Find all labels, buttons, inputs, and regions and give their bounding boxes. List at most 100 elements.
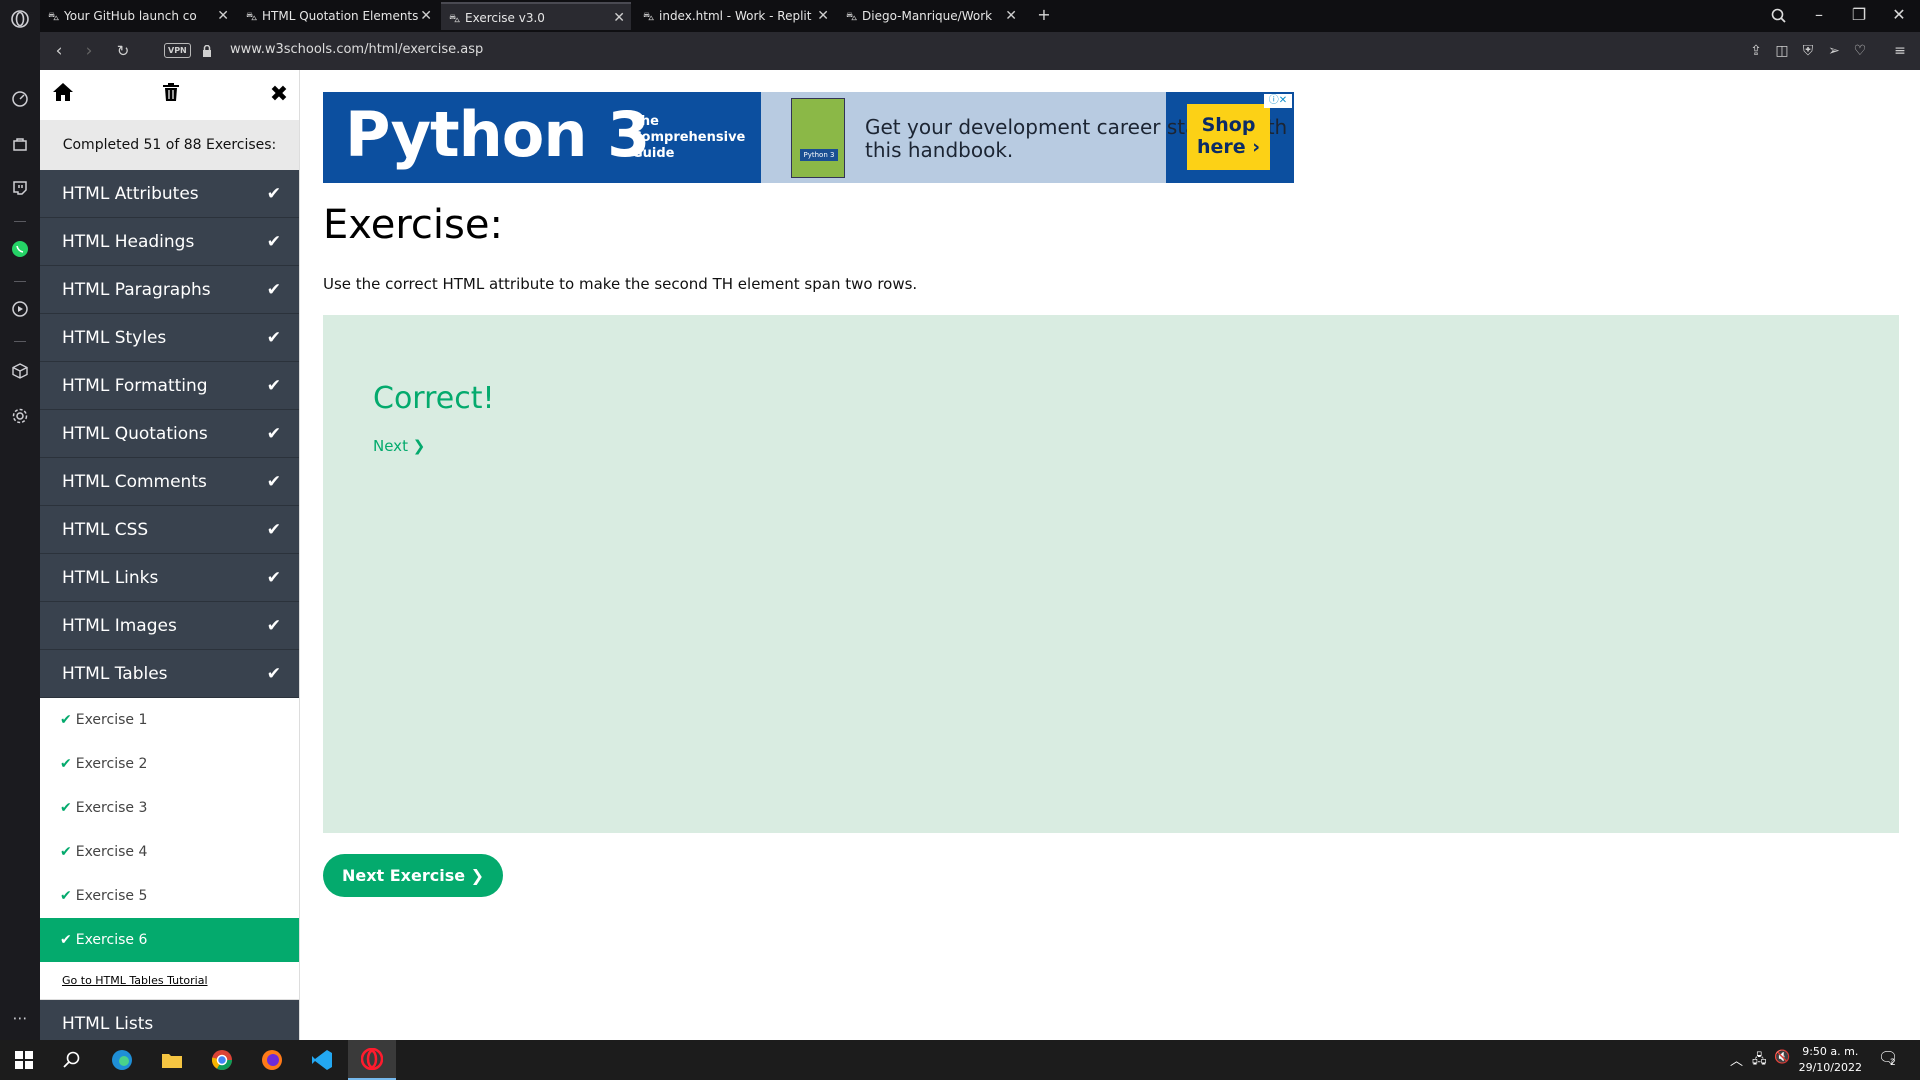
chapter-html-attributes[interactable]: HTML Attributes ✔ bbox=[40, 170, 299, 218]
firefox-icon[interactable] bbox=[248, 1040, 296, 1080]
player-icon[interactable] bbox=[10, 300, 30, 320]
opera-logo-icon[interactable] bbox=[10, 9, 30, 29]
clock[interactable]: 9:50 a. m. 29/10/2022 bbox=[1799, 1044, 1862, 1076]
chapter-html-headings[interactable]: HTML Headings ✔ bbox=[40, 218, 299, 266]
twitch-icon[interactable] bbox=[10, 180, 30, 200]
opera-taskbar-icon[interactable] bbox=[348, 1040, 396, 1080]
chrome-icon[interactable] bbox=[198, 1040, 246, 1080]
vscode-icon[interactable] bbox=[298, 1040, 346, 1080]
url-field[interactable]: www.w3schools.com/html/exercise.asp bbox=[230, 42, 483, 57]
chapter-label: HTML Comments bbox=[62, 472, 207, 492]
exercise-item-5[interactable]: ✔ Exercise 5 bbox=[40, 874, 299, 918]
chapter-html-comments[interactable]: HTML Comments ✔ bbox=[40, 458, 299, 506]
tab-label: Exercise v3.0 bbox=[465, 11, 545, 25]
trash-icon[interactable] bbox=[158, 82, 184, 108]
edge-icon[interactable] bbox=[98, 1040, 146, 1080]
tab-close-icon[interactable]: ✕ bbox=[217, 2, 229, 30]
exercise-item-6[interactable]: ✔ Exercise 6 bbox=[40, 918, 299, 962]
close-window-icon[interactable]: ✕ bbox=[1882, 0, 1916, 32]
tab-close-icon[interactable]: ✕ bbox=[817, 2, 829, 30]
menu-icon[interactable]: ≡ bbox=[1890, 41, 1910, 61]
check-icon: ✔ bbox=[60, 932, 72, 948]
windows-start-icon[interactable] bbox=[0, 1040, 48, 1080]
tab-exercise[interactable]: ⛍ Exercise v3.0 ✕ bbox=[441, 2, 631, 30]
chapter-html-lists[interactable]: HTML Lists bbox=[40, 1000, 299, 1040]
exercise-label: Exercise 3 bbox=[75, 800, 148, 816]
adblock-shield-icon[interactable]: ⛨ bbox=[1798, 41, 1818, 61]
chapter-html-paragraphs[interactable]: HTML Paragraphs ✔ bbox=[40, 266, 299, 314]
opera-sidebar: ⋯ bbox=[0, 0, 40, 1040]
box-icon[interactable] bbox=[10, 362, 30, 382]
new-tab-button[interactable]: + bbox=[1027, 0, 1061, 32]
search-icon[interactable] bbox=[48, 1040, 96, 1080]
whatsapp-icon[interactable] bbox=[10, 240, 30, 260]
book-cover-image: Python 3 bbox=[791, 98, 845, 178]
reload-icon[interactable]: ↻ bbox=[112, 40, 134, 62]
snapshot-icon[interactable]: ◫ bbox=[1772, 41, 1792, 61]
exercise-item-1[interactable]: ✔ Exercise 1 bbox=[40, 698, 299, 742]
chapter-html-links[interactable]: HTML Links ✔ bbox=[40, 554, 299, 602]
check-icon: ✔ bbox=[266, 472, 281, 492]
share-icon[interactable]: ⇪ bbox=[1746, 41, 1766, 61]
tab-search-icon[interactable] bbox=[1762, 0, 1796, 32]
lock-icon[interactable] bbox=[202, 43, 212, 57]
exercise-item-4[interactable]: ✔ Exercise 4 bbox=[40, 830, 299, 874]
bag-icon[interactable] bbox=[10, 136, 30, 156]
chapter-html-formatting[interactable]: HTML Formatting ✔ bbox=[40, 362, 299, 410]
volume-muted-icon[interactable]: 🔇 bbox=[1774, 1050, 1790, 1065]
check-icon: ✔ bbox=[60, 888, 72, 904]
notification-count: 2 bbox=[1890, 1058, 1896, 1068]
check-icon: ✔ bbox=[266, 520, 281, 540]
ad-close-icon[interactable]: ⓘ✕ bbox=[1264, 94, 1292, 108]
exercise-item-2[interactable]: ✔ Exercise 2 bbox=[40, 742, 299, 786]
tab-diego-work[interactable]: ⛍ Diego-Manrique/Work ✕ bbox=[838, 2, 1023, 30]
send-icon[interactable]: ➢ bbox=[1824, 41, 1844, 61]
chapter-html-images[interactable]: HTML Images ✔ bbox=[40, 602, 299, 650]
exercise-label: Exercise 6 bbox=[75, 932, 148, 948]
sidebar-divider bbox=[14, 281, 26, 282]
sidebar-divider bbox=[14, 221, 26, 222]
tab-close-icon[interactable]: ✕ bbox=[1005, 2, 1017, 30]
settings-gear-icon[interactable] bbox=[10, 407, 30, 427]
network-icon[interactable]: 🖧 bbox=[1752, 1050, 1767, 1072]
check-icon: ✔ bbox=[266, 184, 281, 204]
back-icon[interactable]: ‹ bbox=[48, 40, 70, 62]
chapter-html-tables[interactable]: HTML Tables ✔ bbox=[40, 650, 299, 698]
forward-icon[interactable]: › bbox=[78, 40, 100, 62]
tab-close-icon[interactable]: ✕ bbox=[613, 4, 625, 30]
chapter-html-css[interactable]: HTML CSS ✔ bbox=[40, 506, 299, 554]
tutorial-link[interactable]: Go to HTML Tables Tutorial bbox=[40, 962, 299, 1000]
more-icon[interactable]: ⋯ bbox=[10, 1008, 30, 1028]
python-ad-banner[interactable]: Python 3 The Comprehensive Guide Python … bbox=[323, 92, 1294, 183]
ad-headline: Python 3 bbox=[345, 98, 650, 171]
next-exercise-button[interactable]: Next Exercise ❯ bbox=[323, 854, 503, 897]
tab-replit[interactable]: ⛍ index.html - Work - Replit ✕ bbox=[635, 2, 835, 30]
check-icon: ✔ bbox=[266, 376, 281, 396]
tab-html-quotation[interactable]: ⛍ HTML Quotation Elements ✕ bbox=[238, 2, 438, 30]
ad-shop-button[interactable]: Shop here › bbox=[1187, 104, 1270, 170]
clock-date: 29/10/2022 bbox=[1798, 1061, 1862, 1074]
next-link[interactable]: Next ❯ bbox=[373, 437, 425, 455]
minimize-icon[interactable]: – bbox=[1802, 0, 1836, 32]
tab-github[interactable]: ⛍ Your GitHub launch co ✕ bbox=[40, 2, 235, 30]
check-icon: ✔ bbox=[266, 568, 281, 588]
restore-icon[interactable]: ❐ bbox=[1842, 0, 1876, 32]
home-icon[interactable] bbox=[50, 82, 76, 108]
close-icon[interactable]: ✖ bbox=[266, 82, 292, 108]
check-icon: ✔ bbox=[60, 756, 72, 772]
chapter-label: HTML Links bbox=[62, 568, 159, 588]
sidebar-divider bbox=[14, 341, 26, 342]
tab-label: Your GitHub launch co bbox=[64, 9, 197, 23]
chapter-html-styles[interactable]: HTML Styles ✔ bbox=[40, 314, 299, 362]
chapter-html-quotations[interactable]: HTML Quotations ✔ bbox=[40, 410, 299, 458]
exercise-sidebar: ✖ Completed 51 of 88 Exercises: HTML Att… bbox=[40, 70, 300, 1040]
tray-chevron-icon[interactable]: ︿ bbox=[1730, 1050, 1743, 1069]
exercise-item-3[interactable]: ✔ Exercise 3 bbox=[40, 786, 299, 830]
file-explorer-icon[interactable] bbox=[148, 1040, 196, 1080]
exercise-label: Exercise 5 bbox=[75, 888, 148, 904]
tab-close-icon[interactable]: ✕ bbox=[420, 2, 432, 30]
vpn-badge[interactable]: VPN bbox=[164, 43, 191, 58]
heart-icon[interactable]: ♡ bbox=[1850, 41, 1870, 61]
tab-incognito-icon: ⛍ bbox=[449, 12, 461, 25]
speed-dial-icon[interactable] bbox=[10, 90, 30, 110]
